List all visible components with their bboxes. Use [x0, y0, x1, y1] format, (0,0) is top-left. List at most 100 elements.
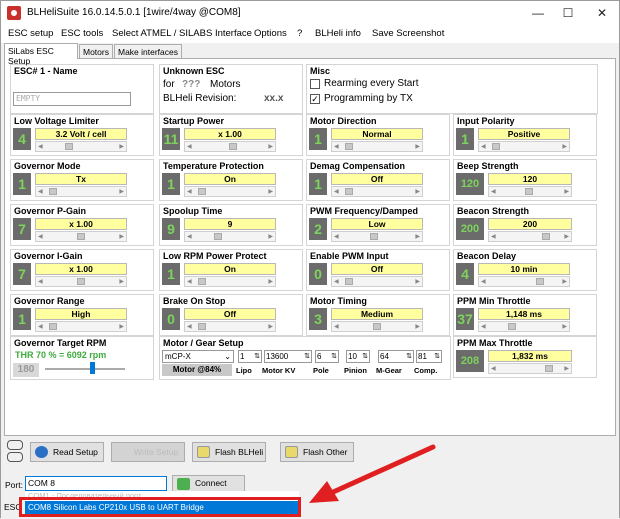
- spinner-icon[interactable]: ⇅: [331, 351, 337, 362]
- slider-thumb[interactable]: [229, 143, 238, 150]
- arrow-left-icon[interactable]: ◀: [187, 188, 192, 195]
- rearming-checkbox[interactable]: [310, 79, 320, 89]
- arrow-left-icon[interactable]: ◀: [187, 143, 192, 150]
- menu-help[interactable]: ?: [297, 28, 302, 39]
- arrow-left-icon[interactable]: ◀: [491, 188, 496, 195]
- arrow-right-icon[interactable]: ▶: [562, 323, 567, 330]
- slider-thumb[interactable]: [373, 323, 381, 330]
- slider-thumb[interactable]: [542, 233, 551, 240]
- menu-blheli-info[interactable]: BLHeli info: [315, 28, 361, 39]
- menu-interface[interactable]: Select ATMEL / SILABS Interface: [112, 28, 252, 39]
- gear-pole-field[interactable]: 6 ⇅: [315, 350, 339, 363]
- port-select[interactable]: COM 8: [25, 476, 167, 491]
- setting-slider[interactable]: ◀ ▶: [331, 141, 423, 152]
- spinner-icon[interactable]: ⇅: [304, 351, 310, 362]
- menu-save-screenshot[interactable]: Save Screenshot: [372, 28, 444, 39]
- read-setup-button[interactable]: Read Setup: [30, 442, 104, 462]
- arrow-right-icon[interactable]: ▶: [415, 233, 420, 240]
- slider-thumb[interactable]: [198, 188, 207, 195]
- arrow-right-icon[interactable]: ▶: [268, 188, 273, 195]
- setting-slider[interactable]: ◀ ▶: [331, 231, 423, 242]
- spinner-icon[interactable]: ⇅: [362, 351, 368, 362]
- gear-pinion-field[interactable]: 10 ⇅: [346, 350, 370, 363]
- spinner-icon[interactable]: ⇅: [254, 351, 260, 362]
- setting-slider[interactable]: ◀ ▶: [488, 363, 572, 374]
- arrow-left-icon[interactable]: ◀: [481, 278, 486, 285]
- arrow-left-icon[interactable]: ◀: [481, 143, 486, 150]
- slider-thumb[interactable]: [507, 323, 516, 330]
- tab-silabs-esc-setup[interactable]: SiLabs ESC Setup: [4, 43, 78, 66]
- menu-esc-setup[interactable]: ESC setup: [8, 28, 53, 39]
- write-setup-button[interactable]: Write Setup: [111, 442, 185, 462]
- setting-slider[interactable]: ◀ ▶: [478, 321, 570, 332]
- slider-thumb[interactable]: [77, 233, 85, 240]
- setting-slider[interactable]: ◀ ▶: [35, 276, 127, 287]
- setting-slider[interactable]: ◀ ▶: [488, 231, 572, 242]
- arrow-right-icon[interactable]: ▶: [562, 278, 567, 285]
- setting-slider[interactable]: ◀ ▶: [35, 186, 127, 197]
- slider-thumb[interactable]: [544, 365, 553, 372]
- setting-slider[interactable]: ◀ ▶: [35, 321, 127, 332]
- setting-slider[interactable]: ◀ ▶: [331, 186, 423, 197]
- governor-target-slider[interactable]: [90, 362, 95, 374]
- setting-slider[interactable]: ◀ ▶: [478, 141, 570, 152]
- arrow-right-icon[interactable]: ▶: [564, 365, 569, 372]
- arrow-right-icon[interactable]: ▶: [119, 323, 124, 330]
- arrow-left-icon[interactable]: ◀: [334, 188, 339, 195]
- slider-thumb[interactable]: [49, 188, 58, 195]
- arrow-right-icon[interactable]: ▶: [119, 188, 124, 195]
- setting-slider[interactable]: ◀ ▶: [331, 321, 423, 332]
- arrow-left-icon[interactable]: ◀: [38, 278, 43, 285]
- arrow-right-icon[interactable]: ▶: [268, 233, 273, 240]
- arrow-left-icon[interactable]: ◀: [38, 323, 43, 330]
- slider-thumb[interactable]: [345, 188, 354, 195]
- arrow-right-icon[interactable]: ▶: [268, 143, 273, 150]
- slider-thumb[interactable]: [49, 323, 58, 330]
- setting-slider[interactable]: ◀ ▶: [184, 276, 276, 287]
- gear-lipo-field[interactable]: 1 ⇅: [238, 350, 262, 363]
- toggle-icon[interactable]: [7, 440, 23, 464]
- setting-slider[interactable]: ◀ ▶: [331, 276, 423, 287]
- arrow-left-icon[interactable]: ◀: [334, 233, 339, 240]
- setting-slider[interactable]: ◀ ▶: [184, 141, 276, 152]
- arrow-left-icon[interactable]: ◀: [334, 143, 339, 150]
- arrow-right-icon[interactable]: ▶: [415, 143, 420, 150]
- arrow-left-icon[interactable]: ◀: [187, 323, 192, 330]
- setting-slider[interactable]: ◀ ▶: [478, 276, 570, 287]
- gear-mgear-field[interactable]: 64 ⇅: [378, 350, 414, 363]
- slider-thumb[interactable]: [524, 188, 533, 195]
- esc-name-field[interactable]: EMPTY: [13, 92, 131, 106]
- arrow-left-icon[interactable]: ◀: [38, 143, 43, 150]
- setting-slider[interactable]: ◀ ▶: [35, 231, 127, 242]
- slider-thumb[interactable]: [345, 143, 354, 150]
- slider-thumb[interactable]: [77, 278, 85, 285]
- arrow-left-icon[interactable]: ◀: [187, 278, 192, 285]
- flash-blheli-button[interactable]: Flash BLHeli: [192, 442, 266, 462]
- arrow-right-icon[interactable]: ▶: [268, 278, 273, 285]
- arrow-left-icon[interactable]: ◀: [334, 278, 339, 285]
- motor-preset-select[interactable]: mCP-X ⌄: [162, 350, 234, 363]
- slider-thumb[interactable]: [492, 143, 501, 150]
- arrow-right-icon[interactable]: ▶: [119, 143, 124, 150]
- arrow-left-icon[interactable]: ◀: [38, 233, 43, 240]
- slider-thumb[interactable]: [213, 233, 222, 240]
- arrow-right-icon[interactable]: ▶: [415, 188, 420, 195]
- minimize-button[interactable]: —: [523, 4, 553, 22]
- slider-thumb[interactable]: [535, 278, 544, 285]
- close-button[interactable]: ✕: [587, 4, 617, 22]
- arrow-right-icon[interactable]: ▶: [564, 188, 569, 195]
- arrow-right-icon[interactable]: ▶: [415, 278, 420, 285]
- menu-esc-tools[interactable]: ESC tools: [61, 28, 103, 39]
- slider-thumb[interactable]: [369, 233, 378, 240]
- tab-motors[interactable]: Motors: [79, 44, 113, 59]
- spinner-icon[interactable]: ⇅: [406, 351, 412, 362]
- spinner-icon[interactable]: ⇅: [434, 351, 440, 362]
- setting-slider[interactable]: ◀ ▶: [35, 141, 127, 152]
- maximize-button[interactable]: ☐: [553, 4, 583, 22]
- arrow-left-icon[interactable]: ◀: [491, 365, 496, 372]
- arrow-left-icon[interactable]: ◀: [334, 323, 339, 330]
- programming-checkbox[interactable]: ✓: [310, 94, 320, 104]
- setting-slider[interactable]: ◀ ▶: [184, 231, 276, 242]
- gear-kv-field[interactable]: 13600 ⇅: [264, 350, 312, 363]
- gear-comp-field[interactable]: 81 ⇅: [416, 350, 442, 363]
